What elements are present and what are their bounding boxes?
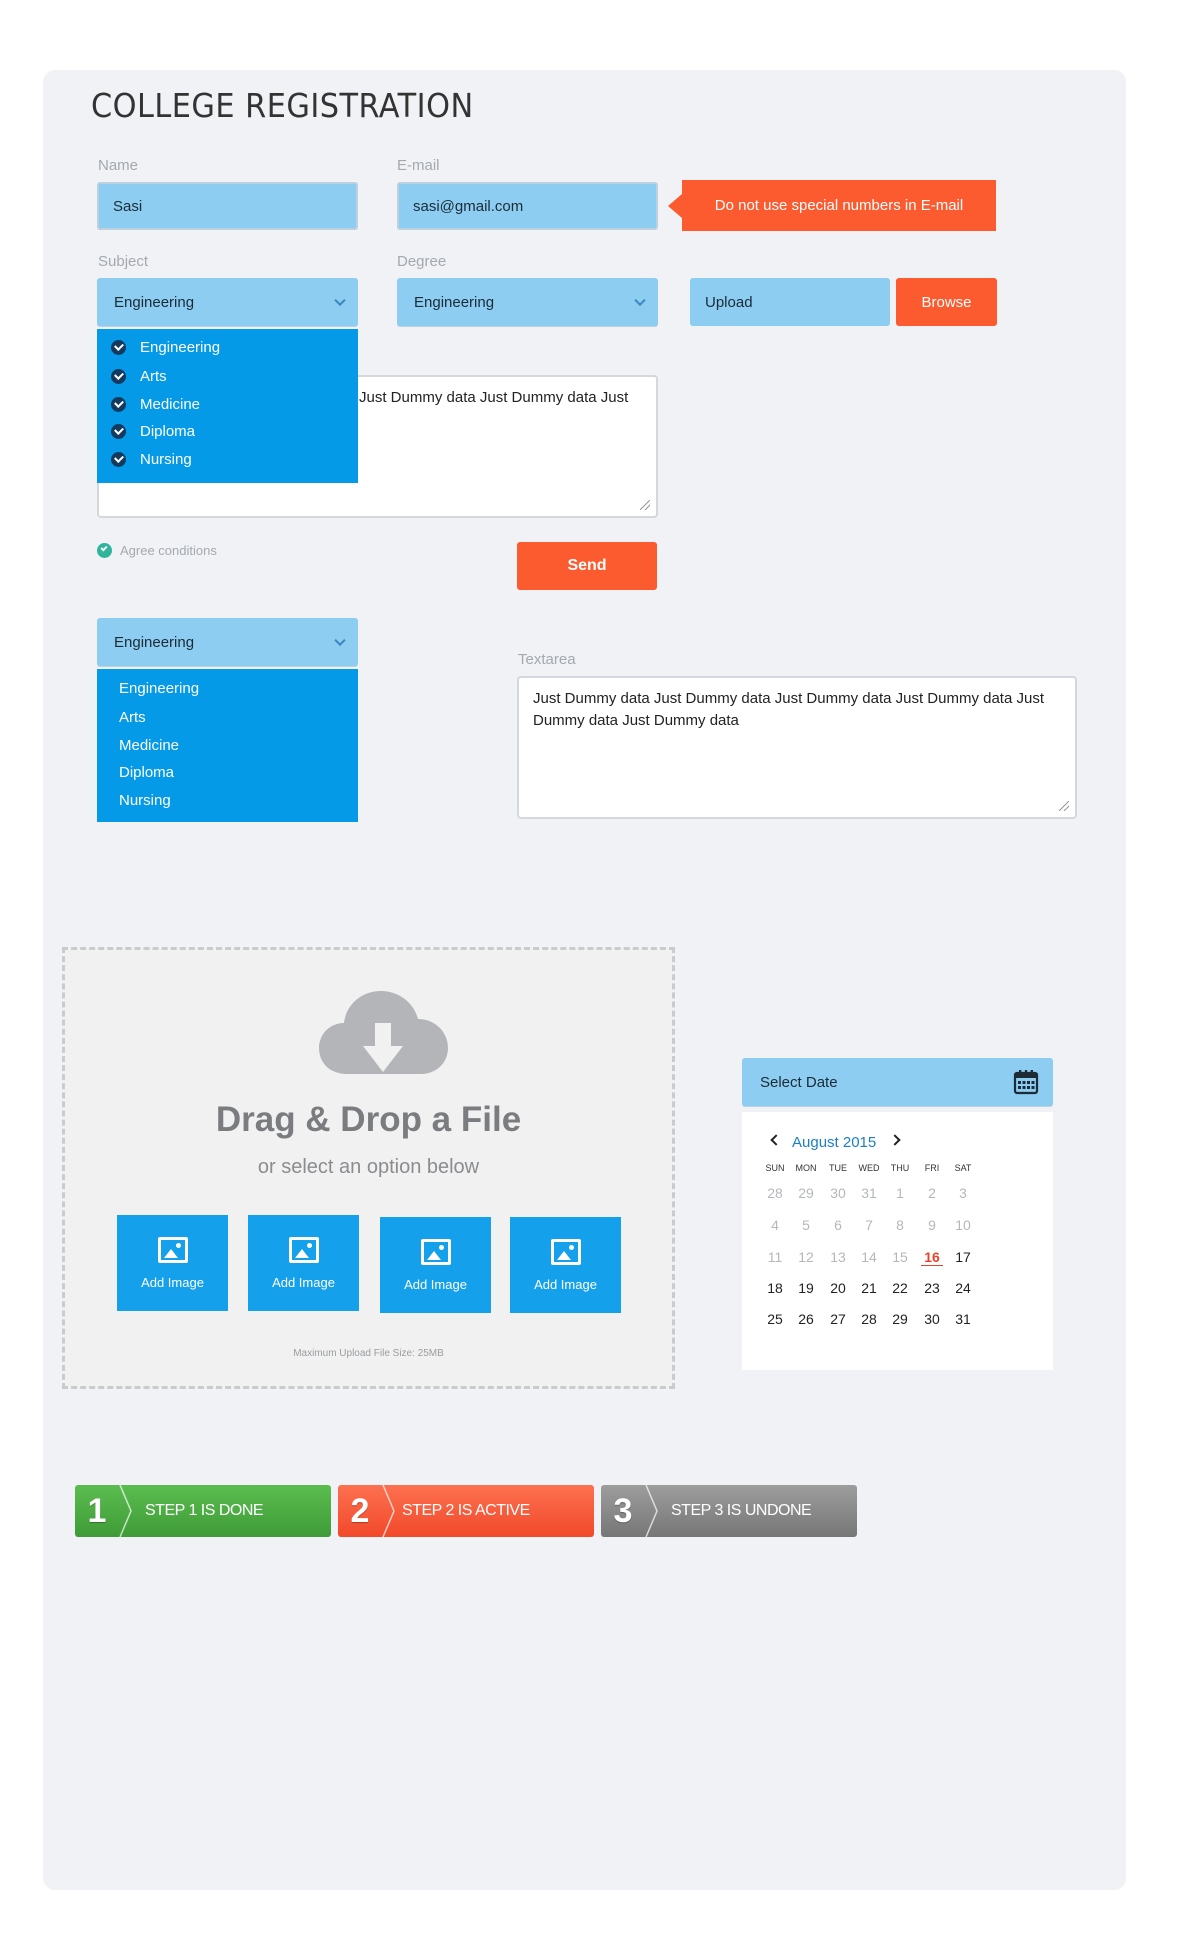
send-button[interactable]: Send — [517, 542, 657, 590]
subject-option-nursing[interactable]: Nursing — [111, 451, 192, 468]
course-option-nursing[interactable]: Nursing — [119, 792, 171, 809]
image-icon — [288, 1236, 319, 1263]
resize-handle-icon[interactable] — [640, 500, 650, 510]
course-option-arts[interactable]: Arts — [119, 709, 146, 726]
degree-label: Degree — [397, 253, 447, 270]
calendar-day[interactable]: 24 — [944, 1280, 982, 1296]
calendar-month: August 2015 — [792, 1134, 877, 1151]
step-3[interactable]: 3 STEP 3 IS UNDONE — [601, 1485, 857, 1537]
agree-label: Agree conditions — [120, 543, 217, 558]
step-2[interactable]: 2 STEP 2 IS ACTIVE — [338, 1485, 594, 1537]
image-icon — [550, 1238, 581, 1265]
agree-checkbox[interactable]: Agree conditions — [97, 543, 217, 558]
step-1-label: STEP 1 IS DONE — [145, 1502, 264, 1519]
add-image-button[interactable]: Add Image — [510, 1217, 621, 1313]
add-image-button[interactable]: Add Image — [117, 1215, 228, 1311]
name-field[interactable]: Sasi — [97, 182, 358, 230]
subject-option-diploma[interactable]: Diploma — [111, 423, 195, 440]
textarea-label: Textarea — [518, 651, 576, 668]
subject-label: Subject — [98, 253, 149, 270]
degree-select[interactable]: Engineering — [397, 278, 658, 326]
upload-field[interactable]: Upload — [690, 278, 890, 326]
check-circle-icon — [97, 543, 112, 558]
image-icon — [157, 1236, 188, 1263]
course-select[interactable]: Engineering — [97, 618, 358, 666]
calendar-day[interactable]: 15 — [881, 1249, 919, 1265]
calendar-day[interactable]: 17 — [944, 1249, 982, 1265]
course-option-engineering[interactable]: Engineering — [119, 680, 199, 697]
dropzone-heading: Drag & Drop a File — [215, 1100, 522, 1139]
chevron-down-icon — [634, 294, 646, 307]
date-input-placeholder: Select Date — [760, 1073, 838, 1091]
textarea-field[interactable]: Just Dummy data Just Dummy data Just Dum… — [517, 676, 1077, 819]
course-dropdown-list: Engineering Arts Medicine Diploma Nursin… — [97, 669, 358, 822]
message-textarea-text: Just Dummy data Just Dummy data Just — [359, 389, 629, 406]
step-1-number: 1 — [87, 1491, 107, 1530]
weekday-header: SAT — [954, 1163, 972, 1173]
check-circle-icon — [111, 340, 126, 355]
step-2-number: 2 — [350, 1491, 370, 1530]
calendar-panel: August 2015 SUN MON TUE WED THU FRI SAT 28 29 30 3… — [742, 1112, 1053, 1370]
email-error-tooltip: Do not use special numbers in E-mail — [682, 180, 996, 231]
chevron-left-icon[interactable] — [770, 1134, 782, 1146]
calendar-day[interactable]: 3 — [944, 1185, 982, 1201]
subject-option-arts[interactable]: Arts — [111, 368, 167, 385]
page-title: COLLEGE REGISTRATION — [91, 86, 474, 125]
upload-size-note: Maximum Upload File Size: 25MB — [293, 1348, 444, 1359]
course-option-diploma[interactable]: Diploma — [119, 764, 174, 781]
course-option-medicine[interactable]: Medicine — [119, 737, 179, 754]
resize-handle-icon[interactable] — [1059, 801, 1069, 811]
course-select-value: Engineering — [114, 633, 195, 651]
step-divider-icon — [645, 1485, 658, 1537]
check-circle-icon — [111, 369, 126, 384]
cloud-download-icon — [319, 991, 448, 1074]
subject-dropdown-list: Engineering Arts Medicine Diploma Nursin… — [97, 329, 358, 483]
step-3-label: STEP 3 IS UNDONE — [671, 1502, 812, 1519]
subject-option-medicine[interactable]: Medicine — [111, 396, 200, 413]
calendar-day[interactable]: 10 — [944, 1217, 982, 1233]
degree-select-value: Engineering — [414, 293, 495, 311]
check-circle-icon — [111, 397, 126, 412]
browse-button[interactable]: Browse — [896, 278, 997, 326]
calendar-icon[interactable] — [1013, 1069, 1039, 1095]
chevron-right-icon[interactable] — [889, 1134, 901, 1146]
step-divider-icon — [382, 1485, 395, 1537]
add-image-button[interactable]: Add Image — [380, 1217, 491, 1313]
add-image-button[interactable]: Add Image — [248, 1215, 359, 1311]
step-3-number: 3 — [613, 1491, 633, 1530]
subject-select[interactable]: Engineering — [97, 278, 358, 326]
textarea-field-text: Just Dummy data Just Dummy data Just Dum… — [533, 690, 1044, 729]
subject-option-engineering[interactable]: Engineering — [111, 339, 220, 356]
dropzone-subheading: or select an option below — [257, 1156, 480, 1178]
step-2-label: STEP 2 IS ACTIVE — [402, 1502, 530, 1519]
email-label: E-mail — [397, 157, 440, 174]
date-input[interactable]: Select Date — [742, 1058, 1053, 1106]
calendar-day[interactable]: 31 — [944, 1311, 982, 1327]
subject-select-value: Engineering — [114, 293, 195, 311]
check-circle-icon — [111, 424, 126, 439]
step-1[interactable]: 1 STEP 1 IS DONE — [75, 1485, 331, 1537]
image-icon — [420, 1238, 451, 1265]
email-field[interactable]: sasi@gmail.com — [397, 182, 658, 230]
check-circle-icon — [111, 452, 126, 467]
step-divider-icon — [119, 1485, 132, 1537]
file-dropzone[interactable]: Drag & Drop a File or select an option b… — [62, 947, 675, 1389]
calendar-day[interactable]: 16 — [921, 1249, 943, 1266]
chevron-down-icon — [334, 634, 346, 647]
name-label: Name — [98, 157, 139, 174]
chevron-down-icon — [334, 294, 346, 307]
